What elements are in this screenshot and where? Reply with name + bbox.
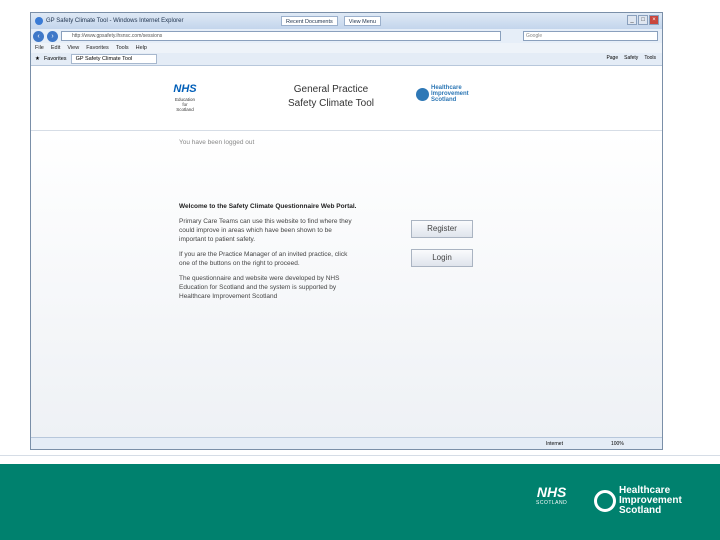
welcome-title: Welcome to the Safety Climate Questionna… — [179, 203, 357, 210]
welcome-para-2: If you are the Practice Manager of an in… — [179, 251, 348, 267]
recent-documents-button[interactable]: Recent Documents — [281, 16, 338, 26]
safety-menu[interactable]: Safety — [624, 55, 638, 61]
minimize-button[interactable]: _ — [627, 15, 637, 25]
footer-nhs-logo: NHS SCOTLAND — [536, 484, 568, 506]
star-icon[interactable]: ★ — [35, 56, 40, 62]
site-header: NHS Education for Scotland General Pract… — [31, 73, 662, 131]
address-bar: ‹ › http://www.gpsafety.ihsnsc.com/sessi… — [31, 29, 662, 43]
title-bar: GP Safety Climate Tool - Windows Interne… — [31, 13, 662, 29]
url-field[interactable]: http://www.gpsafety.ihsnsc.com/sessions — [61, 31, 501, 41]
zoom-level[interactable]: 100% — [611, 441, 624, 447]
forward-icon[interactable]: › — [47, 30, 58, 42]
nhs-education-logo: NHS Education for Scotland — [171, 79, 199, 112]
menu-bar: File Edit View Favorites Tools Help — [31, 43, 662, 53]
slide-divider — [0, 455, 720, 456]
his-logo: Healthcare Improvement Scotland — [416, 85, 469, 103]
app-title: General Practice Safety Climate Tool — [288, 84, 374, 109]
menu-help[interactable]: Help — [136, 45, 147, 51]
menu-file[interactable]: File — [35, 45, 44, 51]
menu-edit[interactable]: Edit — [51, 45, 60, 51]
window-title: GP Safety Climate Tool - Windows Interne… — [46, 18, 184, 24]
tools-menu[interactable]: Tools — [644, 55, 656, 61]
favorites-button[interactable]: Favorites — [44, 56, 67, 62]
maximize-button[interactable]: □ — [638, 15, 648, 25]
ie-icon — [35, 17, 43, 25]
menu-tools[interactable]: Tools — [116, 45, 129, 51]
back-icon[interactable]: ‹ — [33, 30, 44, 42]
menu-favorites[interactable]: Favorites — [86, 45, 109, 51]
logged-out-message: You have been logged out — [179, 139, 255, 146]
status-bar: Internet 100% — [31, 437, 662, 449]
register-button[interactable]: Register — [411, 220, 473, 238]
browser-window: GP Safety Climate Tool - Windows Interne… — [30, 12, 663, 450]
welcome-para-3: The questionnaire and website were devel… — [179, 275, 340, 300]
nhs-logo-sub-3: Scotland — [176, 107, 194, 112]
slide-footer: NHS SCOTLAND Healthcare Improvement Scot… — [0, 464, 720, 540]
login-button[interactable]: Login — [411, 249, 473, 267]
his-mark-icon — [416, 87, 429, 101]
view-menu-button[interactable]: View Menu — [343, 16, 381, 26]
page-content: NHS Education for Scotland General Pract… — [31, 73, 662, 438]
tab-gp-safety[interactable]: GP Safety Climate Tool — [70, 54, 158, 64]
main-area: You have been logged out Welcome to the … — [31, 132, 662, 438]
footer-his-logo: Healthcare Improvement Scotland — [594, 486, 682, 516]
menu-view[interactable]: View — [67, 45, 79, 51]
page-menu[interactable]: Page — [606, 55, 618, 61]
favorites-bar: ★ Favorites GP Safety Climate Tool Page … — [31, 53, 662, 66]
close-button[interactable]: × — [649, 15, 659, 25]
footer-his-mark-icon — [594, 490, 616, 512]
welcome-text: Welcome to the Safety Climate Questionna… — [179, 202, 357, 307]
welcome-para-1: Primary Care Teams can use this website … — [179, 218, 352, 243]
zone-status: Internet — [546, 441, 563, 447]
search-input[interactable]: Google — [523, 31, 658, 41]
